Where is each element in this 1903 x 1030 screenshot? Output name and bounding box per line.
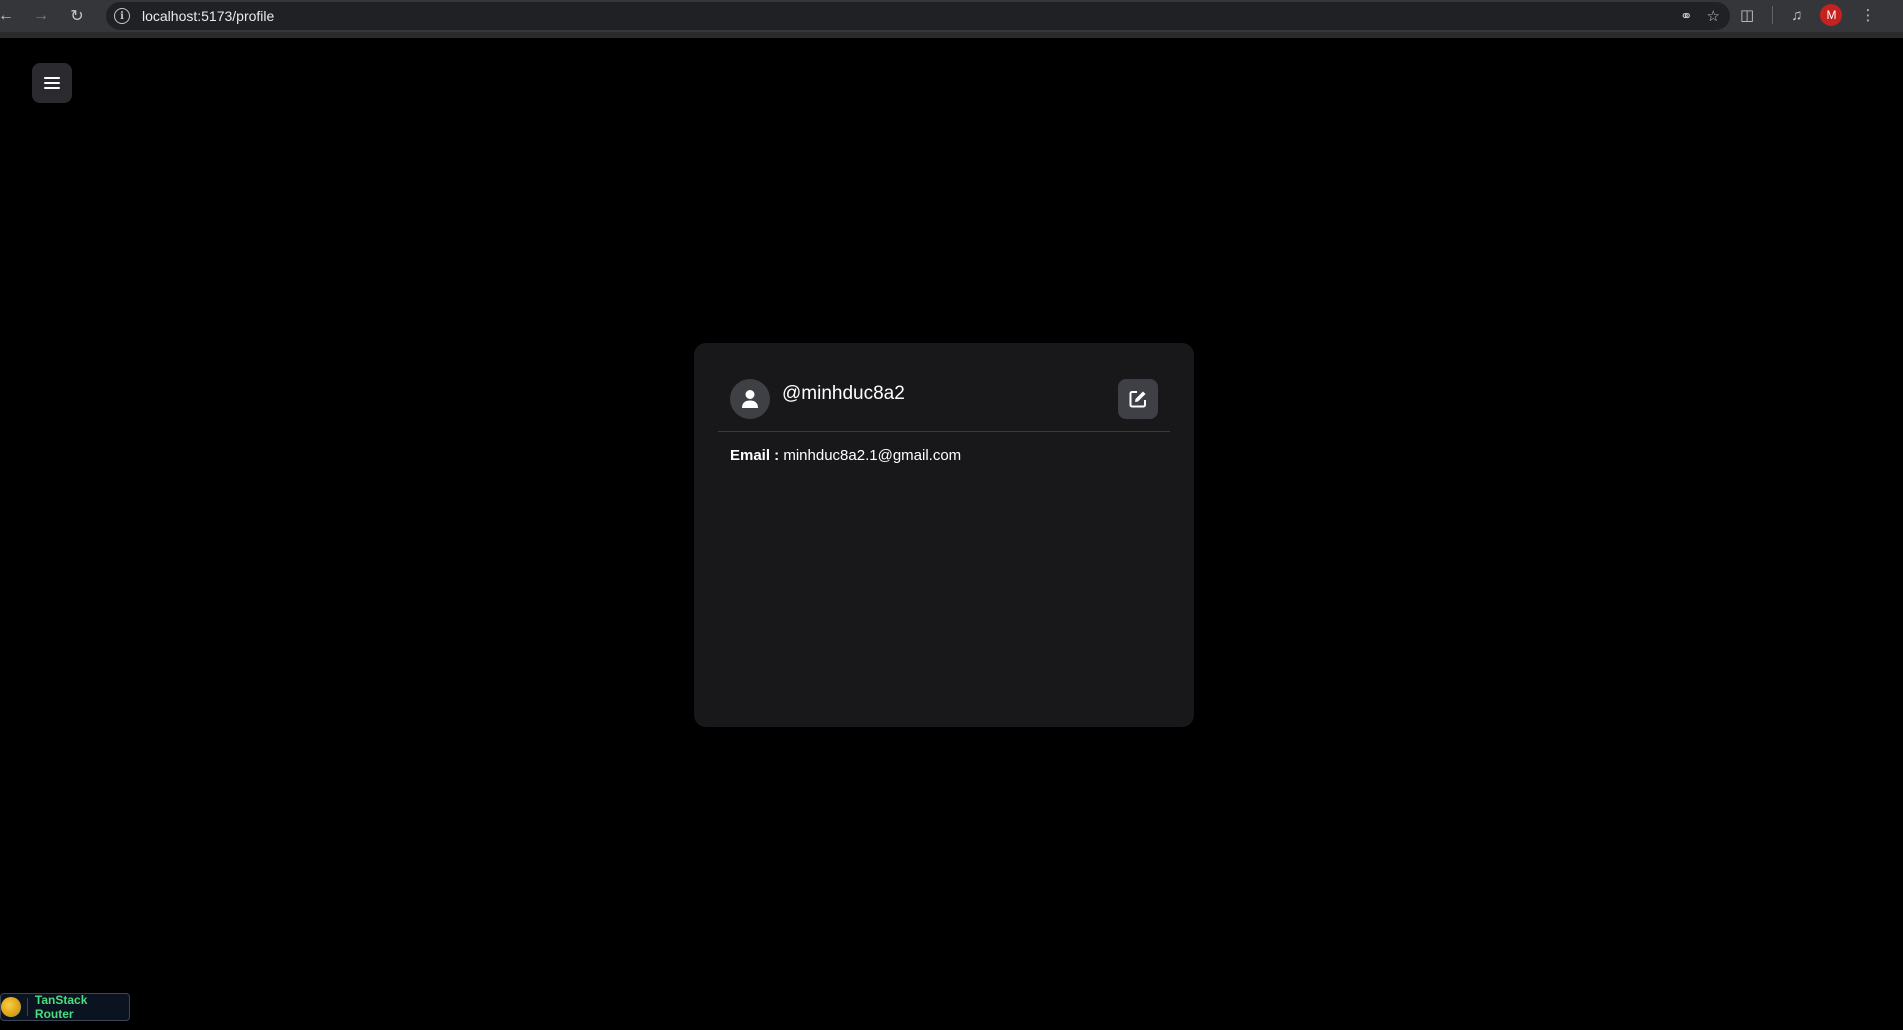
browser-toolbar: ← → ↻ i localhost:5173/profile ⚭ ☆ ◫ ♫ M… xyxy=(0,0,1903,38)
arrow-right-icon: → xyxy=(33,7,49,24)
extensions-icon[interactable]: ◫ xyxy=(1740,6,1754,24)
menu-button[interactable] xyxy=(32,63,72,103)
browser-profile-avatar[interactable]: M xyxy=(1820,4,1843,26)
devtools-toggle-button[interactable]: TanStack Router xyxy=(0,993,130,1021)
forward-button[interactable]: → xyxy=(29,4,53,28)
devtools-label: TanStack Router xyxy=(34,993,88,1021)
user-icon xyxy=(742,390,758,408)
email-label: Email : xyxy=(730,447,780,464)
profile-card: @minhduc8a2 Email : minhduc8a2.1@gmail.c… xyxy=(694,343,1194,727)
hamburger-menu-icon xyxy=(44,77,60,89)
avatar xyxy=(730,379,770,419)
reload-button[interactable]: ↻ xyxy=(65,4,89,28)
toolbar-divider xyxy=(1772,6,1774,24)
back-button[interactable]: ← xyxy=(0,4,18,28)
tanstack-logo-icon xyxy=(1,997,21,1017)
info-icon[interactable]: i xyxy=(114,8,130,24)
arrow-left-icon: ← xyxy=(0,7,14,24)
profile-username: @minhduc8a2 xyxy=(782,383,905,404)
profile-header: @minhduc8a2 xyxy=(718,379,1170,432)
edit-icon xyxy=(1129,391,1146,408)
edit-profile-button[interactable] xyxy=(1118,379,1158,419)
url-text[interactable]: localhost:5173/profile xyxy=(142,8,274,24)
media-controls-icon[interactable]: ♫ xyxy=(1791,7,1802,24)
address-bar[interactable]: i localhost:5173/profile ⚭ ☆ xyxy=(106,2,1730,30)
reload-icon: ↻ xyxy=(70,8,84,25)
star-icon[interactable]: ☆ xyxy=(1707,7,1720,25)
badge-divider xyxy=(26,998,28,1016)
key-icon[interactable]: ⚭ xyxy=(1680,7,1693,25)
kebab-menu-icon[interactable]: ⋮ xyxy=(1860,6,1875,24)
email-row: Email : minhduc8a2.1@gmail.com xyxy=(730,447,961,464)
email-value: minhduc8a2.1@gmail.com xyxy=(783,447,962,464)
